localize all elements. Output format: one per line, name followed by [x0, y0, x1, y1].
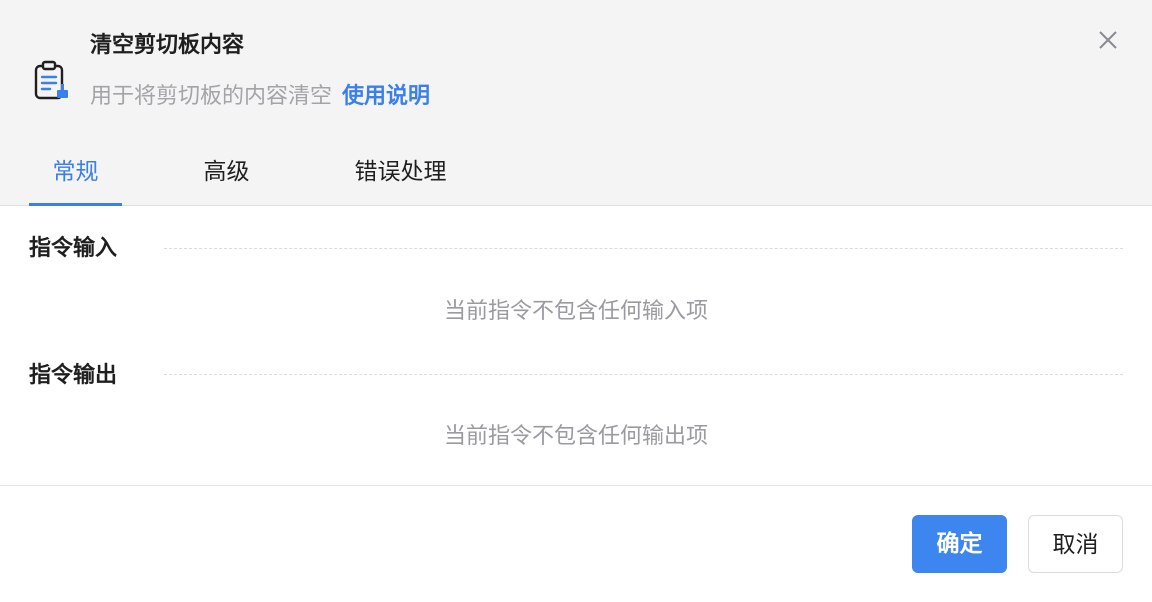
dialog-description: 用于将剪切板的内容清空 [90, 84, 333, 109]
dialog-title: 清空剪切板内容 [90, 33, 245, 58]
close-icon[interactable] [1092, 24, 1124, 56]
footer-divider [0, 485, 1152, 486]
tab-error-handling[interactable]: 错误处理 [340, 150, 461, 206]
cancel-button[interactable]: 取消 [1028, 515, 1123, 573]
section-divider [164, 248, 1123, 249]
tab-bar: 常规 高级 错误处理 [0, 150, 1152, 206]
tab-advanced[interactable]: 高级 [180, 150, 273, 206]
dialog-subtitle: 用于将剪切板的内容清空 使用说明 [90, 82, 430, 112]
tab-general[interactable]: 常规 [29, 150, 122, 206]
section-title-input: 指令输入 [29, 236, 118, 261]
clear-clipboard-dialog: 清空剪切板内容 用于将剪切板的内容清空 使用说明 常规 高级 错误处理 指令输入 … [0, 0, 1152, 602]
section-divider [164, 374, 1123, 375]
input-empty-text: 当前指令不包含任何输入项 [443, 299, 708, 324]
dialog-header: 清空剪切板内容 用于将剪切板的内容清空 使用说明 常规 高级 错误处理 [0, 0, 1152, 206]
clipboard-clear-icon [34, 60, 68, 100]
confirm-button[interactable]: 确定 [912, 515, 1007, 573]
output-empty-text: 当前指令不包含任何输出项 [443, 424, 708, 449]
section-title-output: 指令输出 [29, 363, 118, 388]
active-tab-indicator [29, 203, 122, 206]
help-link[interactable]: 使用说明 [342, 84, 430, 109]
